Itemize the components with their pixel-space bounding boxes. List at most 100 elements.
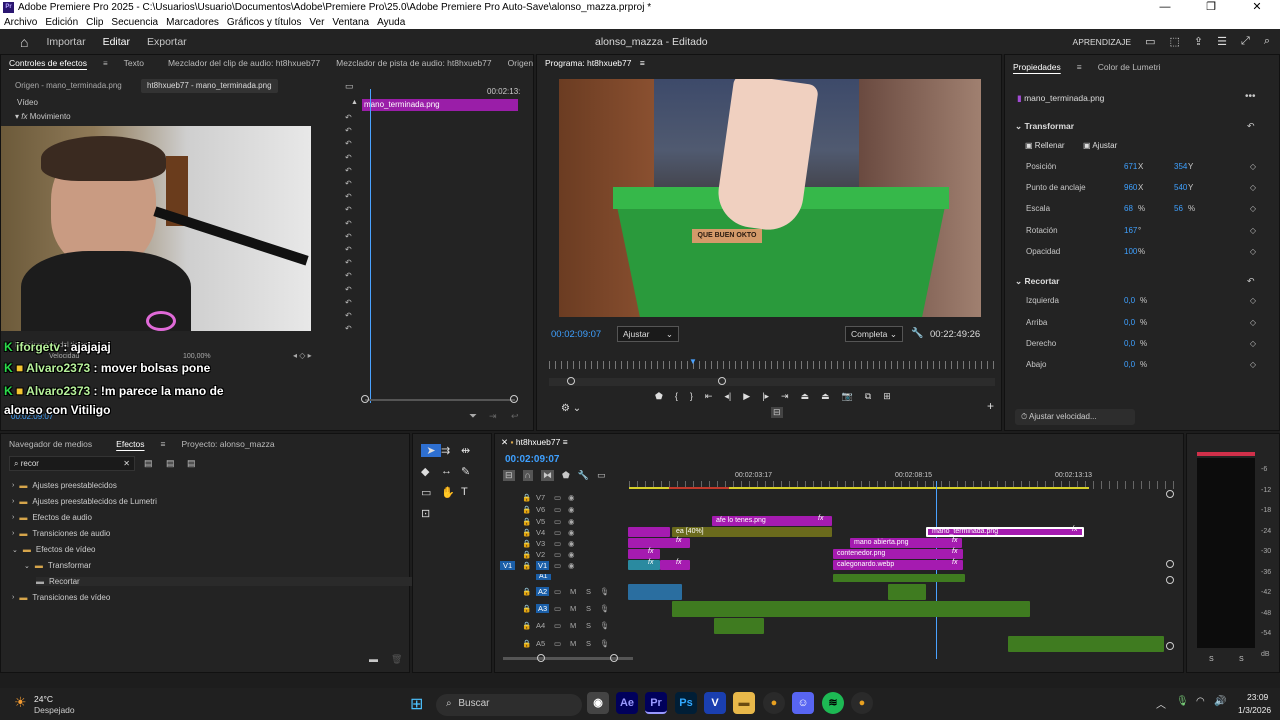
sequence-chip[interactable]: ht8hxueb77 - mano_terminada.png bbox=[141, 79, 278, 93]
track-name[interactable]: A2 bbox=[536, 587, 550, 596]
motion-row[interactable]: ▾ fx Movimiento bbox=[15, 112, 71, 121]
vr-icon[interactable]: ⊟ bbox=[771, 407, 783, 418]
effects-tree-item[interactable]: ⌄ ▬ Transformar bbox=[24, 561, 91, 570]
vegas-icon[interactable]: V bbox=[704, 692, 726, 714]
eye-icon[interactable]: ◉ bbox=[568, 561, 575, 570]
sync-icon[interactable]: ▭ bbox=[554, 561, 561, 570]
file-explorer-icon[interactable]: ▬ bbox=[733, 692, 755, 714]
extract-icon[interactable]: ⏏ bbox=[821, 391, 830, 402]
reset-icon[interactable]: ↶ bbox=[345, 298, 352, 307]
eye-icon[interactable]: ◉ bbox=[568, 493, 575, 502]
accelerated-icon[interactable]: ▤ bbox=[144, 458, 153, 469]
quality-dropdown[interactable]: Completa ⌄ bbox=[845, 326, 903, 342]
sync-icon[interactable]: ▭ bbox=[554, 550, 561, 559]
lock-icon[interactable]: 🔒 bbox=[522, 528, 531, 537]
mark-out-icon[interactable]: } bbox=[690, 391, 693, 402]
eye-icon[interactable]: ◉ bbox=[568, 539, 575, 548]
tab-text[interactable]: Texto bbox=[116, 58, 152, 68]
fx-badge[interactable]: fx bbox=[952, 537, 957, 544]
track-name[interactable]: V2 bbox=[536, 550, 545, 559]
fx-badge[interactable]: fx bbox=[818, 515, 823, 522]
crop-value[interactable]: 0,0 bbox=[1124, 318, 1135, 327]
home-icon[interactable]: ⌂ bbox=[20, 34, 28, 50]
reset-icon[interactable]: ↶ bbox=[345, 205, 352, 214]
effects-tree-item[interactable]: › ▬ Ajustes preestablecidos bbox=[12, 481, 117, 490]
panel-layout-icon[interactable]: ▭ bbox=[1145, 35, 1155, 48]
keyframe-diamond-icon[interactable]: ◇ bbox=[1250, 360, 1256, 369]
ec-zoom-left-handle[interactable] bbox=[361, 395, 369, 403]
premiere-taskbar-icon[interactable]: Pr bbox=[645, 692, 667, 714]
camera-icon[interactable]: 📷 bbox=[842, 391, 853, 402]
source-patch-a1[interactable]: A1 bbox=[536, 574, 551, 580]
fx-badge[interactable]: fx bbox=[1072, 526, 1077, 533]
property-value-2[interactable]: 354 bbox=[1174, 162, 1187, 171]
track-name[interactable]: V3 bbox=[536, 539, 545, 548]
lift-icon[interactable]: ⏏ bbox=[801, 391, 810, 402]
tab-menu-icon[interactable]: ≡ bbox=[1069, 62, 1090, 72]
lock-icon[interactable]: 🔒 bbox=[522, 621, 531, 630]
chrome-profile-icon[interactable]: ● bbox=[851, 692, 873, 714]
reset-icon[interactable]: ↶ bbox=[345, 324, 352, 333]
spotify-icon[interactable]: ≋ bbox=[822, 692, 844, 714]
audio-clip-a2-a[interactable] bbox=[628, 584, 682, 600]
keyframe-diamond-icon[interactable]: ◇ bbox=[1250, 183, 1256, 192]
razor-tool-icon[interactable]: ◆ bbox=[421, 465, 441, 478]
effects-tree-item[interactable]: › ▬ Efectos de audio bbox=[12, 513, 92, 522]
solo-button[interactable]: S bbox=[586, 621, 591, 630]
audio-clip-a4[interactable] bbox=[714, 618, 764, 634]
effects-tree-item[interactable]: ⌄ ▬ Efectos de vídeo bbox=[12, 545, 95, 554]
effects-search[interactable]: ⌕ recor ✕ bbox=[9, 456, 135, 471]
tab-effect-controls[interactable]: Controles de efectos bbox=[1, 58, 95, 68]
property-row[interactable]: Posición 671 X 354 Y ◇ bbox=[1026, 162, 1256, 174]
ec-zoom-bar[interactable] bbox=[365, 399, 515, 401]
filter-icon[interactable]: ⏷ bbox=[469, 411, 477, 422]
program-tab[interactable]: Programa: ht8hxueb77 ≡ bbox=[545, 58, 645, 68]
eye-icon[interactable]: ◉ bbox=[568, 528, 575, 537]
sync-icon[interactable]: ▭ bbox=[554, 517, 561, 526]
photoshop-icon[interactable]: Ps bbox=[675, 692, 697, 714]
reset-icon[interactable]: ↶ bbox=[1247, 121, 1255, 132]
crop-value[interactable]: 0,0 bbox=[1124, 296, 1135, 305]
timeline-playhead[interactable] bbox=[936, 481, 937, 659]
sync-icon[interactable]: ▭ bbox=[554, 587, 561, 596]
ec-zoom-right-handle[interactable] bbox=[510, 395, 518, 403]
reset-icon[interactable]: ↶ bbox=[345, 166, 352, 175]
compare-icon[interactable]: ⧉ bbox=[865, 391, 871, 402]
clip-calegonardo[interactable]: calegonardo.webp bbox=[833, 560, 963, 570]
play-icon[interactable]: ▶ bbox=[743, 391, 750, 402]
tab-lumetri[interactable]: Color de Lumetri bbox=[1090, 62, 1169, 72]
sync-icon[interactable]: ▭ bbox=[554, 604, 561, 613]
clip-contenedor[interactable]: contenedor.png bbox=[833, 549, 963, 559]
reset-icon[interactable]: ↶ bbox=[345, 245, 352, 254]
menu-ventana[interactable]: Ventana bbox=[332, 17, 369, 28]
chevron-icon[interactable]: › bbox=[12, 498, 14, 505]
reset-icon[interactable]: ↶ bbox=[345, 232, 352, 241]
program-menu-icon[interactable]: ≡ bbox=[640, 58, 645, 68]
scroll-up-icon[interactable]: ▲ bbox=[351, 99, 358, 106]
reset-icon[interactable]: ↶ bbox=[345, 285, 352, 294]
32bit-icon[interactable]: ▤ bbox=[166, 458, 175, 469]
sync-icon[interactable]: ▭ bbox=[554, 505, 561, 514]
keyframe-nav-icon[interactable]: ◂ ◇ ▸ bbox=[293, 351, 312, 360]
fx-badge[interactable]: fx bbox=[648, 559, 653, 566]
keyframe-diamond-icon[interactable]: ◇ bbox=[1250, 339, 1256, 348]
speed-value[interactable]: 100,00% bbox=[183, 353, 211, 360]
selection-tool-icon[interactable]: ➤ bbox=[421, 444, 441, 457]
chevron-icon[interactable]: ⌄ bbox=[24, 562, 30, 570]
after-effects-icon[interactable]: Ae bbox=[616, 692, 638, 714]
workspace-export[interactable]: Exportar bbox=[147, 36, 187, 48]
fx-badge[interactable]: fx bbox=[676, 537, 681, 544]
multicam-icon[interactable]: ⊞ bbox=[883, 391, 891, 402]
step-back-icon[interactable]: ◂| bbox=[724, 391, 731, 402]
tray-chevron-icon[interactable]: ︿ bbox=[1156, 696, 1166, 711]
export-frame-icon[interactable]: ⇥ bbox=[489, 411, 497, 422]
timeline-timecode[interactable]: 00:02:09:07 bbox=[505, 454, 559, 465]
maximize-button[interactable]: ❐ bbox=[1188, 0, 1234, 15]
program-video-frame[interactable]: QUE BUEN OKTO bbox=[559, 79, 981, 317]
volume-icon[interactable]: 🔊 bbox=[1214, 696, 1226, 707]
close-tab-icon[interactable]: ✕ bbox=[501, 437, 508, 447]
timeline-tab[interactable]: ✕ ▪ ht8hxueb77 ≡ bbox=[501, 437, 568, 448]
program-timecode[interactable]: 00:02:09:07 bbox=[551, 329, 601, 340]
add-marker-icon[interactable]: ⬟ bbox=[562, 470, 570, 481]
solo-right[interactable]: S bbox=[1239, 656, 1244, 663]
